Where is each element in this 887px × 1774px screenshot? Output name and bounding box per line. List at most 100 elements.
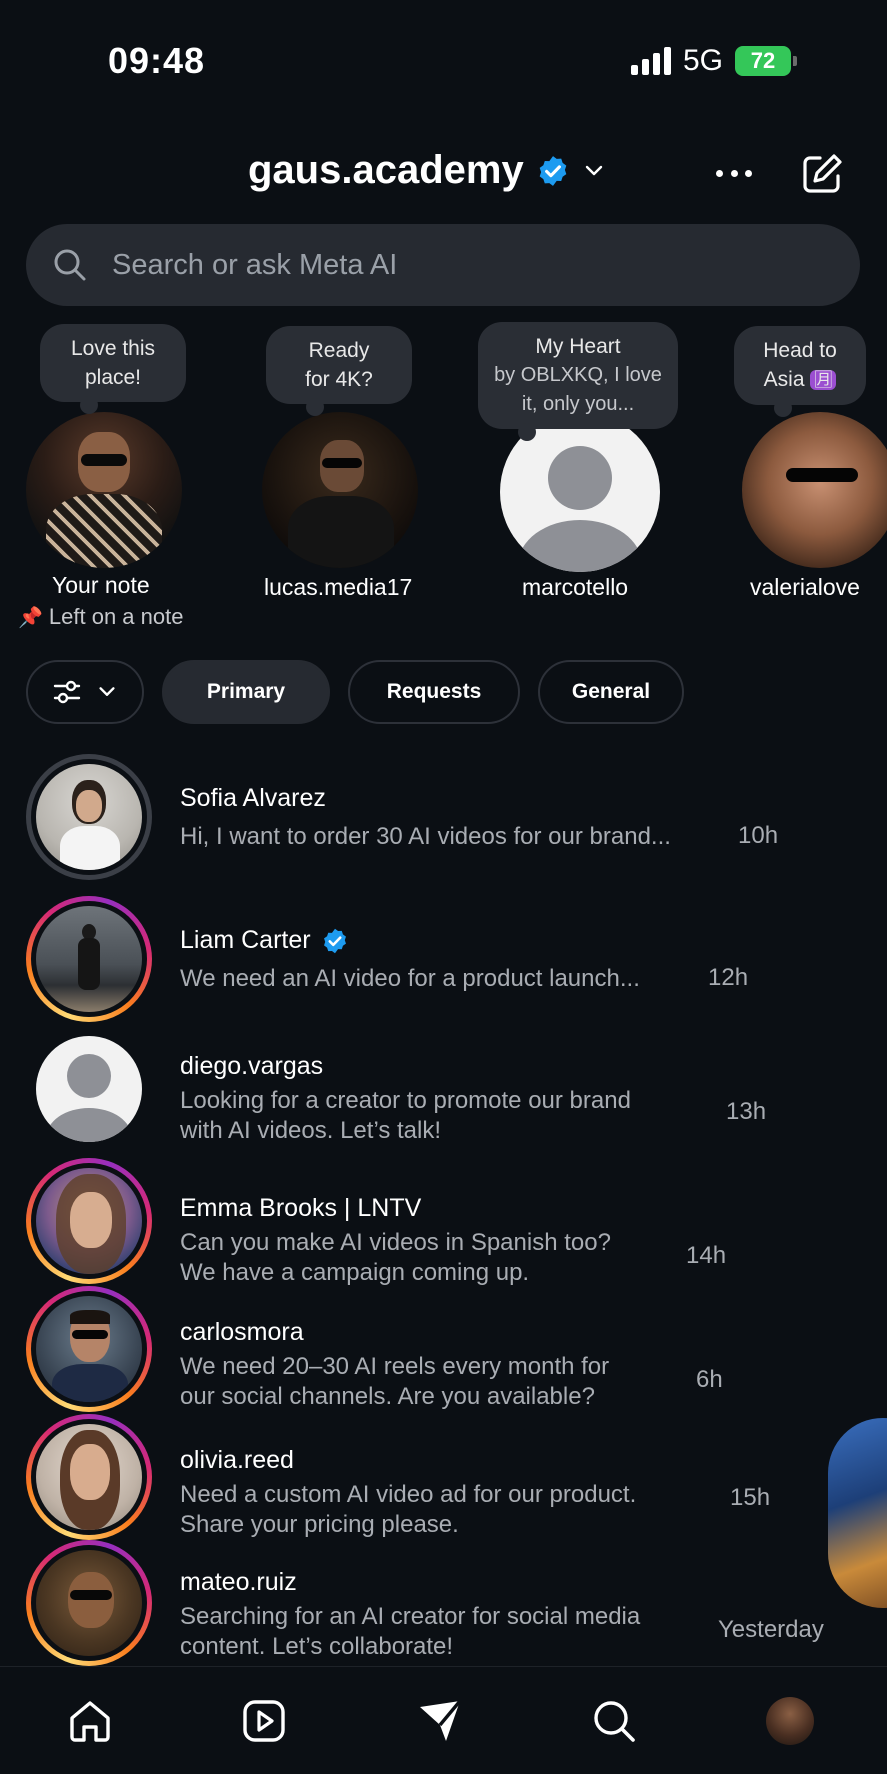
conversation-name: carlosmora	[180, 1318, 304, 1347]
verified-badge-icon	[539, 155, 567, 186]
preview-line: Looking for a creator to promote our bra…	[180, 1087, 631, 1114]
filter-button[interactable]	[26, 660, 144, 724]
home-icon	[70, 1701, 110, 1742]
conversation-row[interactable]: mateo.ruiz Searching for an AI creator f…	[0, 1540, 887, 1668]
note-label: Your note	[52, 572, 150, 598]
avatar-ring	[26, 1540, 152, 1666]
conversation-row[interactable]: Emma Brooks | LNTV Can you make AI video…	[0, 1158, 887, 1286]
note-label: marcotello	[522, 574, 629, 600]
avatar	[36, 1036, 142, 1142]
conversation-name: Liam Carter	[180, 926, 349, 955]
conversation-row[interactable]: Liam Carter We need an AI video for a pr…	[0, 894, 887, 1022]
conversation-time: 13h	[726, 1098, 767, 1125]
avatar	[36, 1296, 142, 1402]
avatar	[262, 412, 418, 568]
tab-requests[interactable]: Requests	[348, 660, 520, 724]
note-text: place!	[84, 366, 142, 389]
conversation-row[interactable]: Sofia Alvarez Hi, I want to order 30 AI …	[0, 752, 887, 880]
tab-direct[interactable]	[414, 1695, 466, 1747]
search-bar[interactable]: Search or ask Meta AI	[26, 224, 860, 306]
note-sublabel-text: Left on a note	[48, 604, 184, 629]
conversation-name: olivia.reed	[180, 1446, 294, 1475]
conversation-time: 15h	[730, 1484, 771, 1511]
conversation-name: Emma Brooks | LNTV	[180, 1194, 421, 1223]
avatar-ring	[26, 754, 152, 880]
explore-icon	[594, 1701, 635, 1742]
conversation-name-text: diego.vargas	[180, 1052, 324, 1080]
avatar	[36, 1168, 142, 1274]
signal-icon	[630, 47, 671, 75]
bottom-nav	[0, 1667, 887, 1774]
preview-line: We have a campaign coming up.	[180, 1259, 530, 1286]
pin-icon: 📌	[18, 607, 43, 629]
avatar-ring	[26, 1414, 152, 1540]
conversation-row[interactable]: diego.vargas Looking for a creator to pr…	[0, 1026, 887, 1154]
note-title: My Heart	[535, 335, 621, 358]
battery-level: 72	[750, 48, 776, 73]
profile-avatar	[766, 1697, 814, 1745]
note-text: it, only you...	[521, 393, 635, 415]
compose-icon[interactable]	[798, 150, 846, 198]
reels-icon	[243, 1700, 285, 1742]
note-bubble: My Heart by OBLXKQ, I love it, only you.…	[478, 322, 678, 441]
note-text: Ready	[308, 339, 370, 362]
conversation-name-text: olivia.reed	[180, 1446, 294, 1474]
conversation-preview: We need an AI video for a product launch…	[180, 965, 640, 992]
preview-line: Need a custom AI video ad for our produc…	[180, 1481, 637, 1508]
avatar	[36, 906, 142, 1012]
preview-line: Can you make AI videos in Spanish too?	[180, 1229, 611, 1256]
conversation-row[interactable]: olivia.reed Need a custom AI video ad fo…	[0, 1414, 887, 1542]
note-text: Head to	[763, 339, 837, 362]
tab-general[interactable]: General	[538, 660, 684, 724]
preview-line: with AI videos. Let’s talk!	[180, 1117, 442, 1144]
conversation-name: diego.vargas	[180, 1052, 323, 1081]
preview-line: content. Let’s collaborate!	[180, 1633, 454, 1660]
avatar	[742, 412, 887, 568]
conversation-time: 12h	[708, 964, 749, 991]
conversation-name-text: carlosmora	[180, 1318, 304, 1346]
note-label: valerialove	[750, 574, 860, 600]
avatar-ring	[26, 1026, 152, 1152]
preview-line: our social channels. Are you available?	[180, 1383, 595, 1410]
tab-primary[interactable]: Primary	[162, 660, 330, 724]
tab-profile[interactable]	[764, 1695, 816, 1747]
verified-badge-icon	[323, 928, 346, 953]
status-indicators: 5G 72	[630, 44, 797, 78]
conversation-preview: Looking for a creator to promote our bra…	[180, 1086, 631, 1146]
note-emoji: 🈷	[810, 370, 837, 390]
inbox-filters: Primary Requests General	[26, 660, 684, 724]
avatar-ring	[26, 1158, 152, 1284]
tab-home[interactable]	[64, 1695, 116, 1747]
account-switcher[interactable]: gaus.academy	[248, 148, 606, 193]
battery-icon: 72	[735, 46, 797, 76]
conversation-preview: Need a custom AI video ad for our produc…	[180, 1480, 636, 1540]
tab-explore[interactable]	[588, 1695, 640, 1747]
conversation-name-text: Emma Brooks | LNTV	[180, 1194, 422, 1222]
conversation-time: 10h	[738, 822, 779, 849]
note-text-line: Asia 🈷	[748, 365, 852, 395]
note-text: Asia	[763, 368, 805, 391]
network-type: 5G	[682, 44, 723, 77]
search-placeholder: Search or ask Meta AI	[112, 248, 398, 281]
direct-icon	[420, 1699, 462, 1741]
preview-line: We need 20–30 AI reels every month for	[180, 1353, 610, 1380]
floating-media-bubble[interactable]	[828, 1418, 887, 1608]
conversation-preview: We need 20–30 AI reels every month for o…	[180, 1352, 609, 1412]
conversation-name: Sofia Alvarez	[180, 784, 326, 813]
note-text: by OBLXKQ, I love	[494, 364, 662, 386]
note-bubble: Head to Asia 🈷	[734, 326, 866, 417]
filter-icon	[53, 680, 81, 704]
tab-reels[interactable]	[238, 1695, 290, 1747]
note-sublabel: 📌 Left on a note	[18, 604, 183, 630]
conversation-preview: Searching for an AI creator for social m…	[180, 1602, 640, 1662]
conversation-name-text: mateo.ruiz	[180, 1568, 297, 1596]
conversation-name: mateo.ruiz	[180, 1568, 297, 1597]
avatar	[36, 764, 142, 870]
more-icon[interactable]	[716, 158, 752, 188]
conversation-time: 14h	[686, 1242, 727, 1269]
conversation-name-text: Liam Carter	[180, 926, 311, 954]
account-username: gaus.academy	[248, 148, 524, 192]
avatar	[26, 412, 182, 568]
conversation-row[interactable]: carlosmora We need 20–30 AI reels every …	[0, 1286, 887, 1414]
avatar	[36, 1550, 142, 1656]
